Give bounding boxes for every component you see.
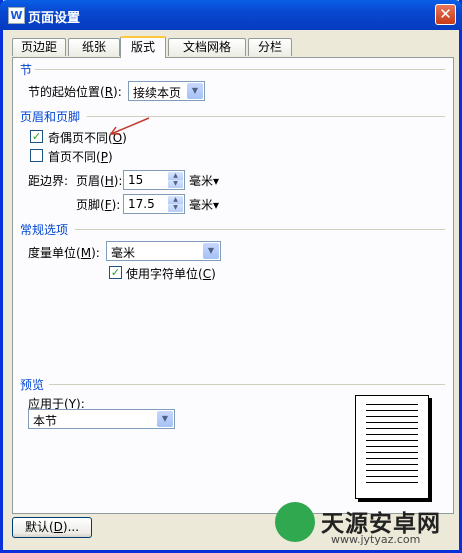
checkmark-icon: ✓ [31,130,42,143]
char-unit-checkbox[interactable]: ✓ [109,266,122,279]
tab-document-grid[interactable]: 文档网格 [168,38,246,56]
page-setup-dialog: W 页面设置 ✕ 节 节的起始位置(R): 接续本页 ▼ 页眉和页脚 ✓ 奇偶页… [0,0,462,553]
char-unit-label[interactable]: 使用字符单位(C) [126,265,216,282]
tab-layout[interactable]: 版式 [120,36,166,58]
preview-group-title: 预览 [20,378,45,392]
spin-up-icon[interactable]: ▲ [168,172,183,180]
preview-divider [49,384,445,385]
footer-distance-label: 页脚(F): [76,198,121,212]
general-divider [75,229,445,230]
header-distance-input[interactable]: 15 ▲ ▼ [123,170,185,190]
header-unit-dropdown[interactable]: 毫米▾ [189,172,219,189]
odd-even-checkbox[interactable]: ✓ [30,130,43,143]
tab-paper[interactable]: 纸张 [68,38,120,56]
margin-label: 距边界: [28,174,69,188]
spin-down-icon[interactable]: ▼ [168,204,183,212]
watermark-url: www.jytyaz.com [331,533,421,546]
window-title: 页面设置 [28,11,81,26]
tab-columns[interactable]: 分栏 [248,38,292,56]
page-preview [355,395,429,499]
spin-down-icon[interactable]: ▼ [168,180,183,188]
apply-to-select[interactable]: 本节 ▼ [28,409,175,429]
default-button[interactable]: 默认(D)... [12,517,92,538]
checkmark-icon: ✓ [110,266,121,279]
title-bar[interactable]: W 页面设置 ✕ [0,0,462,30]
general-group-title: 常规选项 [20,223,69,237]
measure-unit-select[interactable]: 毫米 ▼ [106,241,221,261]
chevron-down-icon[interactable]: ▼ [157,411,173,427]
measure-unit-label: 度量单位(M): [28,246,100,260]
footer-distance-input[interactable]: 17.5 ▲ ▼ [123,194,185,214]
close-icon: ✕ [439,5,452,23]
wps-writer-icon: W [8,7,25,24]
first-page-checkbox[interactable] [30,149,43,162]
chevron-down-icon[interactable]: ▼ [187,83,203,99]
section-start-label: 节的起始位置(R): [28,85,122,99]
tab-margins[interactable]: 页边距 [12,38,66,56]
site-watermark: 天源安卓网 www.jytyaz.com [265,498,462,553]
footer-unit-dropdown[interactable]: 毫米▾ [189,196,219,213]
section-group-title: 节 [20,63,33,77]
header-footer-group-title: 页眉和页脚 [20,110,81,124]
android-logo-icon [275,502,315,542]
header-distance-label: 页眉(H): [76,174,123,188]
chevron-down-icon[interactable]: ▼ [203,243,219,259]
first-page-label[interactable]: 首页不同(P) [48,148,113,165]
spin-up-icon[interactable]: ▲ [168,196,183,204]
annotation-arrow-icon [109,117,150,135]
section-start-select[interactable]: 接续本页 ▼ [128,81,205,101]
close-button[interactable]: ✕ [435,4,456,25]
section-divider [35,69,445,70]
